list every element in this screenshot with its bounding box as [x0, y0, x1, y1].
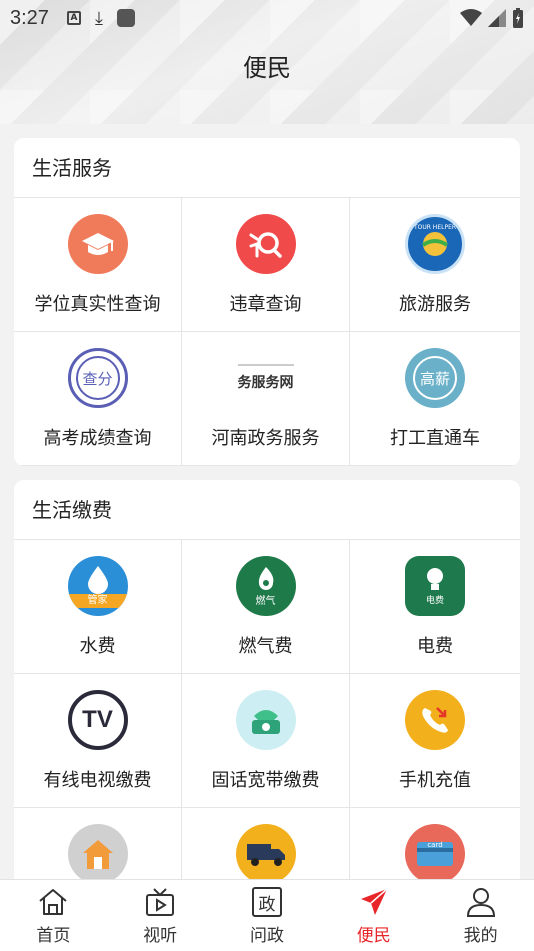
- service-exam-score[interactable]: 查分 高考成绩查询: [14, 332, 182, 466]
- truck-icon: [235, 824, 296, 884]
- status-time: 3:27: [10, 6, 49, 29]
- nav-politics[interactable]: 政 问政: [227, 885, 307, 946]
- bottom-navigation: 首页 视听 政 问政 便民 我的: [0, 879, 534, 951]
- life-payment-card: 生活缴费 管家 水费 燃气 燃气费 电费 电费 TV 有线电视缴费 固话宽带缴费…: [14, 480, 520, 900]
- score-query-icon: 查分: [67, 348, 128, 408]
- app-notification-icon: [116, 9, 135, 27]
- job-icon: 高薪: [405, 348, 465, 408]
- light-bulb-icon: 电费: [405, 556, 465, 616]
- section-title: 生活服务: [14, 138, 520, 198]
- notification-a-icon: A: [66, 11, 81, 25]
- water-drop-icon: 管家: [67, 556, 128, 616]
- header-background: 3:27 A ⤓ 便民: [0, 0, 534, 124]
- service-degree-check[interactable]: 学位真实性查询: [14, 198, 182, 332]
- house-icon: [67, 824, 128, 884]
- home-icon: [36, 885, 70, 919]
- nav-home[interactable]: 首页: [13, 885, 93, 946]
- status-bar: 3:27 A ⤓: [0, 0, 534, 36]
- payment-landline-broadband[interactable]: 固话宽带缴费: [182, 674, 350, 808]
- nav-convenience[interactable]: 便民: [334, 885, 414, 946]
- payment-mobile-topup[interactable]: 手机充值: [350, 674, 520, 808]
- violation-search-icon: [235, 214, 296, 274]
- tv-icon: TV: [67, 690, 128, 750]
- payment-water[interactable]: 管家 水费: [14, 540, 182, 674]
- telephone-icon: [235, 690, 296, 750]
- service-travel[interactable]: TOUR HELPER 旅游服务: [350, 198, 520, 332]
- service-henan-gov[interactable]: 务服务网 河南政务服务: [182, 332, 350, 466]
- page-title: 便民: [243, 54, 291, 82]
- nav-profile[interactable]: 我的: [441, 885, 521, 946]
- download-icon: ⤓: [94, 7, 103, 29]
- service-job-express[interactable]: 高薪 打工直通车: [350, 332, 520, 466]
- life-services-card: 生活服务 学位真实性查询 违章查询 TOUR HELPER 旅游服务 查分 高考…: [14, 138, 520, 466]
- svg-text:card: card: [427, 841, 442, 849]
- bank-card-icon: card: [405, 824, 465, 884]
- payment-electricity[interactable]: 电费 电费: [350, 540, 520, 674]
- person-icon: [464, 885, 498, 919]
- gas-flame-icon: 燃气: [235, 556, 296, 616]
- tv-play-icon: [143, 885, 177, 919]
- section-title: 生活缴费: [14, 480, 520, 540]
- wifi-icon: [460, 9, 482, 26]
- gov-service-icon: 务服务网: [230, 348, 301, 408]
- payment-gas[interactable]: 燃气 燃气费: [182, 540, 350, 674]
- tour-helper-icon: TOUR HELPER: [405, 214, 465, 274]
- battery-icon: [513, 8, 523, 28]
- paper-plane-icon: [357, 885, 391, 919]
- phone-call-icon: [405, 690, 465, 750]
- service-violation-query[interactable]: 违章查询: [182, 198, 350, 332]
- payment-cable-tv[interactable]: TV 有线电视缴费: [14, 674, 182, 808]
- politics-icon: 政: [250, 885, 284, 919]
- graduation-cap-icon: [67, 214, 128, 274]
- signal-icon: [488, 9, 506, 27]
- svg-text:TOUR HELPER: TOUR HELPER: [413, 224, 456, 231]
- nav-media[interactable]: 视听: [120, 885, 200, 946]
